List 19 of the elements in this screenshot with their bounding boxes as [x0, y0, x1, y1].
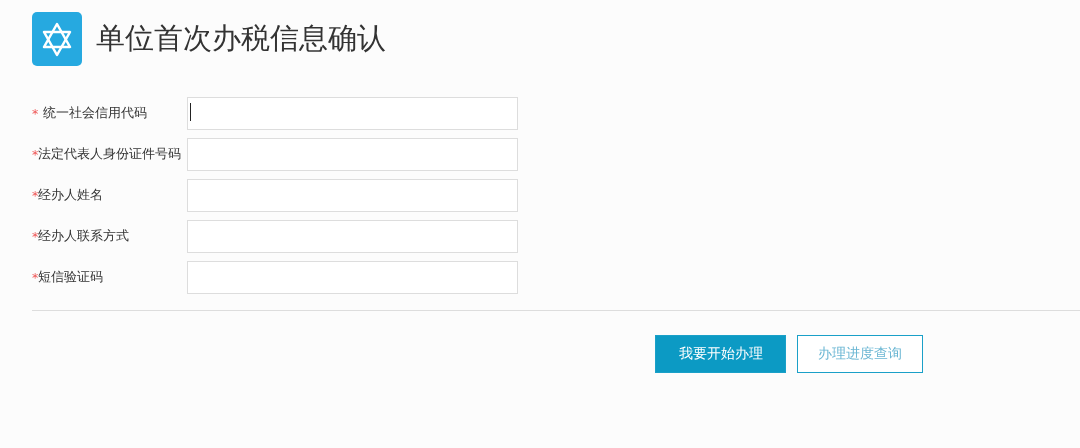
star-of-david-icon: [32, 12, 82, 66]
progress-query-button[interactable]: 办理进度查询: [797, 335, 923, 373]
field-label: 统一社会信用代码: [43, 105, 148, 122]
start-button[interactable]: 我要开始办理: [655, 335, 786, 373]
field-label: 经办人姓名: [38, 187, 104, 204]
field-label: 短信验证码: [38, 269, 104, 286]
field-label: 经办人联系方式: [38, 228, 130, 245]
required-asterisk: *: [32, 147, 39, 162]
input-field[interactable]: [187, 179, 518, 212]
required-asterisk: *: [32, 106, 39, 121]
page-title: 单位首次办税信息确认: [96, 20, 386, 57]
required-asterisk: *: [32, 270, 39, 285]
input-field[interactable]: [187, 138, 518, 171]
required-asterisk: *: [32, 229, 39, 244]
input-field[interactable]: [187, 261, 518, 294]
required-asterisk: *: [32, 188, 39, 203]
input-field[interactable]: [187, 220, 518, 253]
input-field[interactable]: [187, 97, 518, 130]
field-label: 法定代表人身份证件号码: [38, 146, 182, 163]
